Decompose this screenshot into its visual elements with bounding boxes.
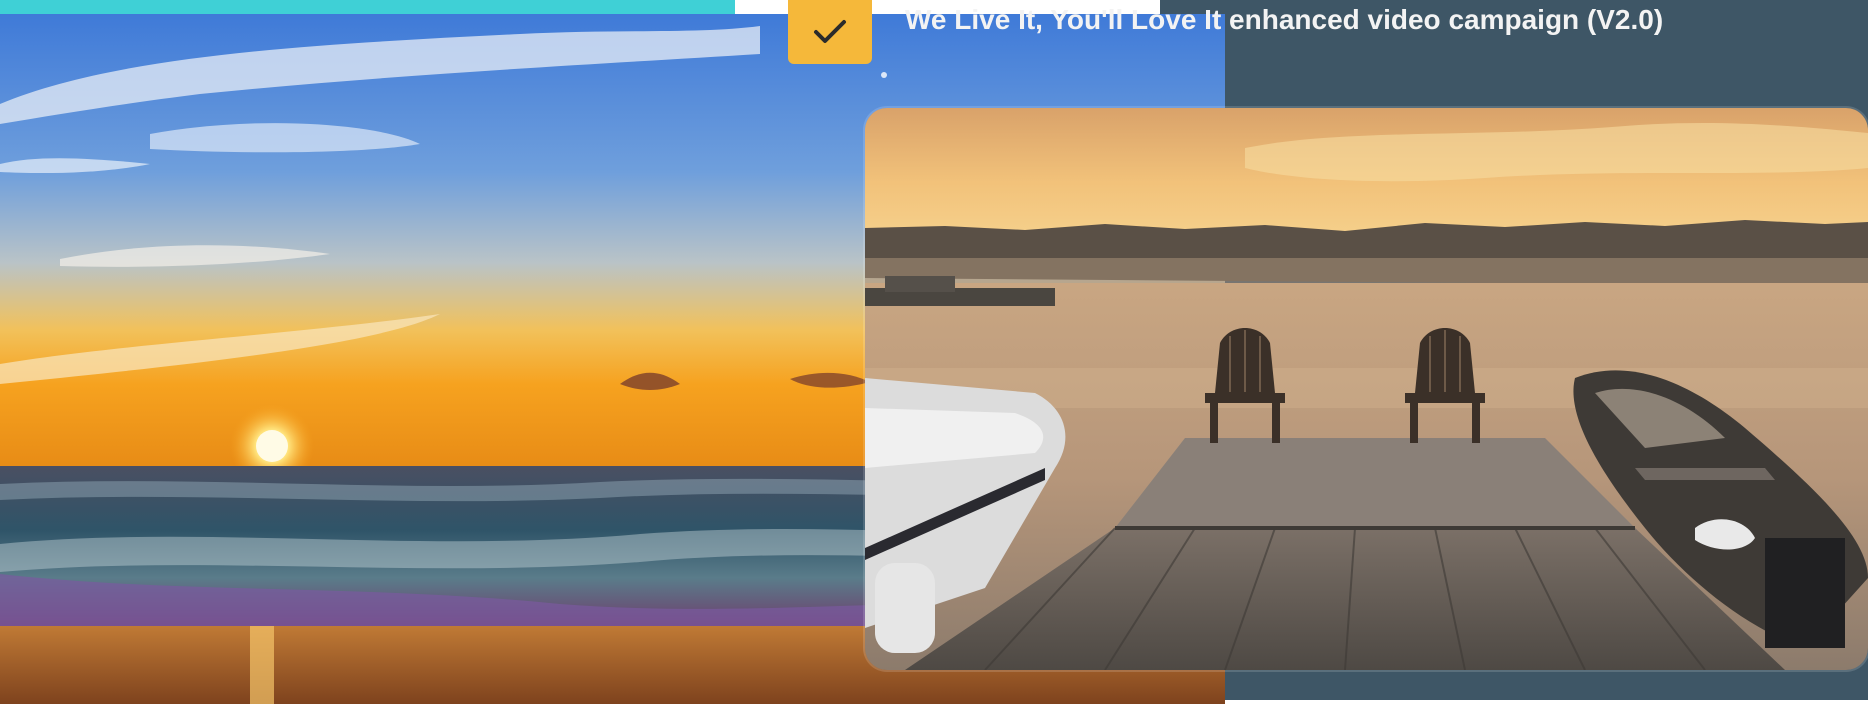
campaign-banner: We Live It, You'll Love It enhanced vide… <box>0 0 1868 713</box>
decorative-dot <box>881 72 887 78</box>
teal-accent-bar <box>0 0 735 14</box>
lake-dock-chairs-photo <box>865 108 1868 670</box>
campaign-title: We Live It, You'll Love It enhanced vide… <box>905 4 1664 35</box>
check-badge <box>788 0 872 64</box>
bottom-border <box>0 704 1868 713</box>
checkmark-icon <box>810 16 850 48</box>
